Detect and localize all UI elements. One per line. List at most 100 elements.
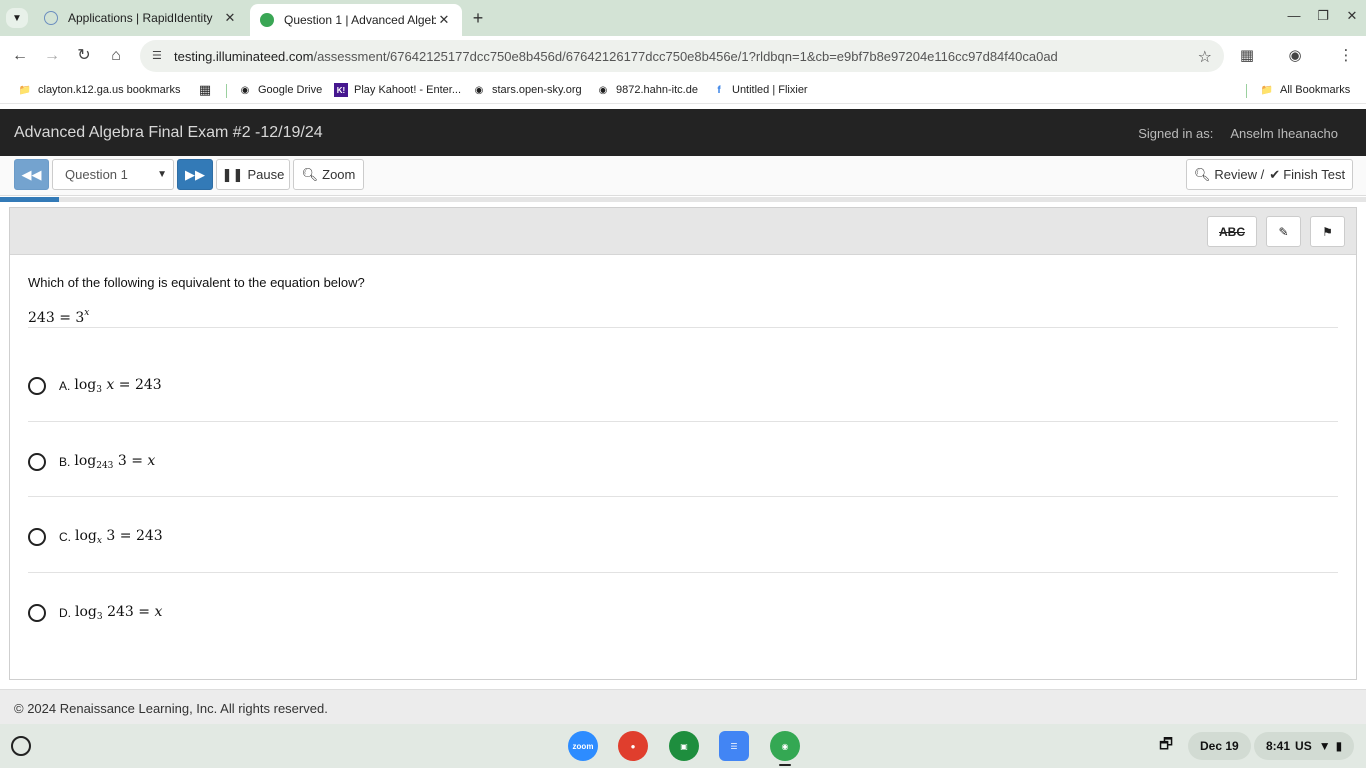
date-tray[interactable]: Dec 19: [1188, 732, 1251, 760]
flixier-icon: f: [717, 84, 721, 96]
browser-tab-strip: ▼ Applications | RapidIdentity ✕ Questio…: [0, 0, 1366, 36]
user-name: Anselm Iheanacho: [1230, 126, 1338, 141]
new-tab-plus-icon[interactable]: +: [468, 8, 488, 28]
address-bar[interactable]: ☰ testing.illuminateed.com/assessment/67…: [140, 40, 1224, 72]
globe-icon: ◉: [598, 84, 608, 96]
illuminate-favicon-icon: [260, 13, 274, 27]
question-equation: 243 = 3x: [28, 308, 90, 326]
radio-button[interactable]: [28, 377, 46, 395]
tote-icon[interactable]: 🗗︎: [1152, 732, 1180, 760]
bookmark-stars[interactable]: ◉ stars.open-sky.org: [472, 82, 582, 98]
exam-title: Advanced Algebra Final Exam #2 -12/19/24: [14, 124, 323, 141]
system-shelf: zoom ● ▣ ☰ ◉ 🗗︎ Dec 19 8:41 US ▼ ▮: [0, 724, 1366, 768]
answer-eliminator-button[interactable]: ABC: [1207, 216, 1257, 247]
radio-button[interactable]: [28, 604, 46, 622]
zoom-app-icon[interactable]: zoom: [568, 731, 598, 761]
kebab-menu-icon[interactable]: ⋮: [1336, 46, 1356, 66]
flag-icon: ⚑: [1322, 224, 1333, 239]
docs-app-icon[interactable]: ☰: [719, 731, 749, 761]
search-icon: 🔍︎: [301, 166, 319, 182]
profile-icon[interactable]: ◉: [1285, 46, 1305, 66]
exam-header: Advanced Algebra Final Exam #2 -12/19/24…: [0, 109, 1366, 156]
page-footer: © 2024 Renaissance Learning, Inc. All ri…: [0, 689, 1366, 724]
question-stem: Which of the following is equivalent to …: [28, 275, 365, 290]
test-progress-bar: [0, 197, 1366, 202]
folder-icon: 📁: [18, 84, 32, 96]
fast-forward-icon: ▶▶: [185, 166, 205, 182]
divider: [28, 496, 1338, 497]
zoom-button[interactable]: 🔍︎ Zoom: [293, 159, 364, 190]
extensions-icon[interactable]: ▦: [1237, 46, 1257, 66]
radio-button[interactable]: [28, 528, 46, 546]
previous-question-button[interactable]: ◀◀: [14, 159, 49, 190]
choice-a-expression: log3 x = 243: [74, 377, 162, 395]
search-icon: 🔍︎: [1193, 166, 1211, 182]
tab-question-1[interactable]: Question 1 | Advanced Algebra ✕: [250, 4, 462, 36]
question-tools-bar: ABC ✎ ⚑: [10, 208, 1356, 255]
progress-fill: [0, 197, 59, 202]
classroom-app-icon[interactable]: ▣: [669, 731, 699, 761]
signed-in-info: Signed in as: Anselm Iheanacho: [1138, 126, 1338, 141]
running-indicator: [779, 764, 791, 766]
globe-icon: ◉: [474, 84, 484, 96]
choice-d[interactable]: D. log3 243 = x: [28, 598, 162, 628]
rewind-icon: ◀◀: [21, 166, 42, 182]
forward-arrow-icon[interactable]: →: [42, 46, 62, 66]
radio-button[interactable]: [28, 453, 46, 471]
tab-rapididentity[interactable]: Applications | RapidIdentity ✕: [34, 4, 248, 32]
bookmark-separator: [1246, 84, 1247, 98]
chevron-down-icon: ▼: [157, 169, 167, 180]
divider: [28, 572, 1338, 573]
globe-icon: ◉: [240, 84, 250, 96]
close-tab-icon[interactable]: ✕: [222, 10, 238, 26]
minimize-icon[interactable]: —: [1284, 8, 1304, 23]
choice-b[interactable]: B. log243 3 = x: [28, 447, 155, 477]
pause-icon: ❚❚: [221, 166, 244, 182]
pause-button[interactable]: ❚❚ Pause: [216, 159, 290, 190]
folder-icon: 📁: [1260, 84, 1274, 96]
bookmark-clayton-folder[interactable]: 📁 clayton.k12.ga.us bookmarks: [18, 82, 181, 98]
choice-c[interactable]: C. logx 3 = 243: [28, 522, 163, 552]
signed-in-label: Signed in as:: [1138, 126, 1214, 141]
close-tab-icon[interactable]: ✕: [436, 12, 452, 28]
notepad-button[interactable]: ✎: [1266, 216, 1301, 247]
bookmark-kahoot[interactable]: K! Play Kahoot! - Enter...: [334, 82, 461, 98]
bookmark-hahn[interactable]: ◉ 9872.hahn-itc.de: [596, 82, 698, 98]
launcher-icon[interactable]: [11, 736, 31, 756]
status-tray[interactable]: 8:41 US ▼ ▮: [1254, 732, 1355, 760]
tab-title: Question 1 | Advanced Algebra: [284, 13, 436, 27]
bookmark-flixier[interactable]: f Untitled | Flixier: [712, 82, 807, 98]
question-panel: ABC ✎ ⚑ Which of the following is equiva…: [9, 207, 1357, 680]
all-bookmarks-folder[interactable]: 📁 All Bookmarks: [1260, 82, 1351, 98]
chrome-app-icon[interactable]: ◉: [770, 731, 800, 761]
globe-favicon-icon: [44, 11, 58, 25]
back-arrow-icon[interactable]: ←: [10, 46, 30, 66]
wifi-icon: ▼: [1318, 739, 1331, 753]
tab-search-chevron-icon[interactable]: ▼: [6, 8, 28, 28]
bookmark-star-icon[interactable]: ☆: [1198, 47, 1212, 67]
copyright-text: © 2024 Renaissance Learning, Inc. All ri…: [14, 701, 328, 716]
bookmark-google-drive[interactable]: ◉ Google Drive: [238, 82, 323, 98]
home-icon[interactable]: ⌂: [106, 46, 126, 66]
question-select[interactable]: Question 1 ▼: [52, 159, 174, 190]
next-question-button[interactable]: ▶▶: [177, 159, 213, 190]
browser-toolbar: ← → ↻ ⌂ ☰ testing.illuminateed.com/asses…: [0, 36, 1366, 76]
choice-c-expression: logx 3 = 243: [75, 528, 163, 546]
url-text: testing.illuminateed.com/assessment/6764…: [174, 48, 1058, 64]
edit-icon: ✎: [1278, 224, 1289, 239]
review-finish-test-button[interactable]: 🔍︎ Review / ✔ Finish Test: [1186, 159, 1353, 190]
check-icon: ✔: [1269, 166, 1281, 182]
choice-b-expression: log243 3 = x: [74, 453, 156, 471]
close-window-icon[interactable]: ✕: [1342, 8, 1362, 24]
tab-title: Applications | RapidIdentity: [68, 11, 213, 25]
bookmarks-bar: 📁 clayton.k12.ga.us bookmarks ▦ ◉ Google…: [0, 76, 1366, 104]
reload-icon[interactable]: ↻: [74, 46, 94, 66]
apps-grid-icon[interactable]: ▦: [198, 82, 218, 98]
restore-icon[interactable]: ❐: [1313, 8, 1333, 24]
choice-d-expression: log3 243 = x: [75, 604, 163, 622]
question-control-bar: ◀◀ Question 1 ▼ ▶▶ ❚❚ Pause 🔍︎ Zoom 🔍︎ R…: [0, 156, 1366, 196]
choice-a[interactable]: A. log3 x = 243: [28, 371, 162, 401]
flag-question-button[interactable]: ⚑: [1310, 216, 1345, 247]
site-info-icon[interactable]: ☰: [152, 49, 166, 63]
canvas-app-icon[interactable]: ●: [618, 731, 648, 761]
